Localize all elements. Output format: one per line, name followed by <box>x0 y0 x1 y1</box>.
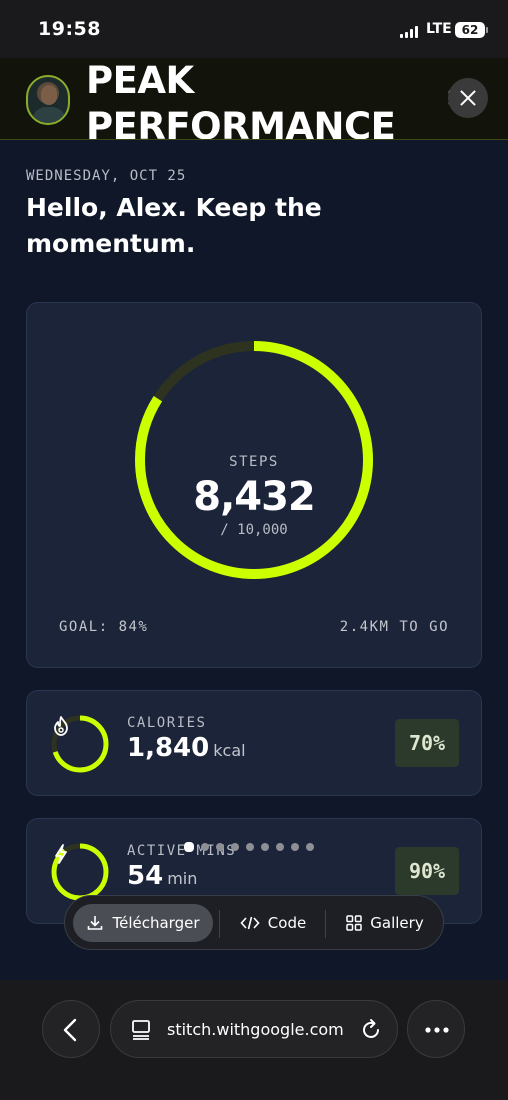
code-label: Code <box>267 914 307 932</box>
flame-icon <box>54 716 68 736</box>
steps-progress-ring: STEPS 8,432 / 10,000 <box>134 340 374 580</box>
network-type: LTE <box>426 21 452 37</box>
app-header: PEAK PERFORMANCE S <box>0 58 508 140</box>
calories-progress-ring <box>50 714 110 774</box>
page-dot[interactable] <box>261 843 269 851</box>
gallery-icon <box>346 915 363 931</box>
calories-number: 1,840 <box>127 733 210 763</box>
page-dot[interactable] <box>184 842 194 852</box>
active-mins-value: 54 min <box>127 861 197 891</box>
more-button[interactable] <box>407 1000 465 1058</box>
page-dot[interactable] <box>201 843 209 851</box>
address-bar[interactable]: stitch.withgoogle.com <box>110 1000 398 1058</box>
active-mins-unit: min <box>167 869 198 888</box>
reload-icon[interactable] <box>359 1018 383 1042</box>
steps-label: STEPS <box>229 454 279 470</box>
status-time: 19:58 <box>38 18 101 40</box>
more-dots-icon <box>425 1027 449 1033</box>
greeting-heading: Hello, Alex. Keep the momentum. <box>26 193 322 258</box>
code-button[interactable]: Code <box>225 904 321 942</box>
page-dot[interactable] <box>246 843 254 851</box>
calories-label: CALORIES <box>127 715 207 731</box>
browser-bar: stitch.withgoogle.com <box>0 980 508 1100</box>
close-icon[interactable] <box>448 78 488 118</box>
bolt-icon <box>55 844 67 864</box>
steps-card[interactable]: STEPS 8,432 / 10,000 GOAL: 84% 2.4KM TO … <box>26 302 482 668</box>
goal-percent: GOAL: 84% <box>59 619 149 635</box>
back-button[interactable] <box>42 1000 100 1058</box>
user-avatar[interactable] <box>26 75 70 125</box>
calories-percent-badge: 70% <box>395 719 459 767</box>
page-dot[interactable] <box>276 843 284 851</box>
date-label: WEDNESDAY, OCT 25 <box>26 168 187 184</box>
page-dot[interactable] <box>231 843 239 851</box>
active-mins-percent-badge: 90% <box>395 847 459 895</box>
download-icon <box>88 916 103 930</box>
battery-icon: 62 <box>455 22 488 38</box>
url-text: stitch.withgoogle.com <box>167 1020 344 1039</box>
calories-value: 1,840 kcal <box>127 733 246 763</box>
page-dot[interactable] <box>306 843 314 851</box>
signal-icon <box>400 26 418 38</box>
floating-toolbar: Télécharger Code Gallery <box>64 895 444 950</box>
tabs-icon <box>132 1020 150 1040</box>
code-icon <box>240 916 260 930</box>
active-mins-number: 54 <box>127 861 164 891</box>
download-label: Télécharger <box>112 914 200 932</box>
toolbar-divider <box>325 910 326 938</box>
active-mins-progress-ring <box>50 842 110 902</box>
page-dot[interactable] <box>291 843 299 851</box>
gallery-label: Gallery <box>370 914 424 932</box>
gallery-button[interactable]: Gallery <box>333 904 437 942</box>
status-bar: 19:58 LTE 62 <box>0 0 508 58</box>
steps-goal: / 10,000 <box>220 522 288 538</box>
toolbar-divider <box>219 910 220 938</box>
calories-unit: kcal <box>213 741 246 760</box>
distance-remaining: 2.4KM TO GO <box>339 619 449 635</box>
steps-value: 8,432 <box>193 474 316 520</box>
page-dot[interactable] <box>216 843 224 851</box>
app-title: PEAK PERFORMANCE <box>86 59 396 140</box>
page-indicator[interactable] <box>184 842 314 852</box>
chevron-left-icon <box>63 1018 77 1042</box>
download-button[interactable]: Télécharger <box>73 904 213 942</box>
calories-card[interactable]: CALORIES 1,840 kcal 70% <box>26 690 482 796</box>
